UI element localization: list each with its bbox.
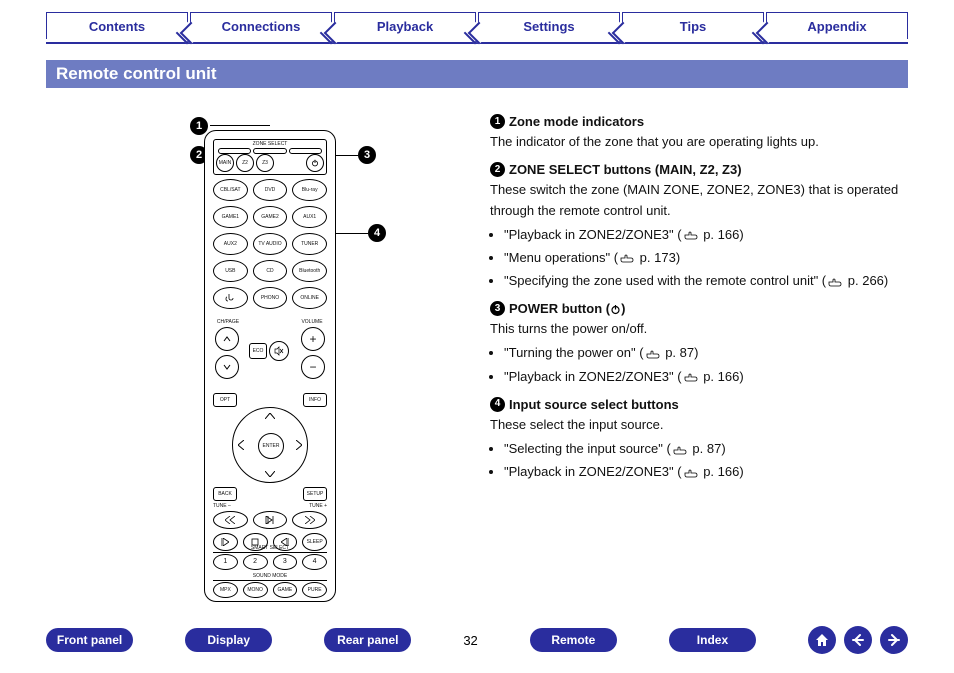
page-title: Remote control unit xyxy=(46,60,908,88)
desc-3: 3POWER button () This turns the power on… xyxy=(490,299,910,387)
callout-4: 4 xyxy=(368,224,386,242)
desc-1: 1Zone mode indicators The indicator of t… xyxy=(490,112,910,152)
home-icon[interactable] xyxy=(808,626,836,654)
link-remote[interactable]: Remote xyxy=(530,628,617,652)
prev-page-icon[interactable] xyxy=(844,626,872,654)
callout-3: 3 xyxy=(358,146,376,164)
remote-diagram: 1 2 3 4 ZONE SELECT MAIN Z2 Z3 xyxy=(150,115,380,605)
desc-2: 2ZONE SELECT buttons (MAIN, Z2, Z3) Thes… xyxy=(490,160,910,291)
callout-1: 1 xyxy=(190,117,208,135)
descriptions: 1Zone mode indicators The indicator of t… xyxy=(490,112,910,490)
page-number: 32 xyxy=(463,633,477,648)
tab-connections[interactable]: Connections xyxy=(190,12,332,39)
tab-settings[interactable]: Settings xyxy=(478,12,620,39)
link-front-panel[interactable]: Front panel xyxy=(46,628,133,652)
bottom-nav: Front panel Display Rear panel 32 Remote… xyxy=(46,625,908,655)
link-index[interactable]: Index xyxy=(669,628,756,652)
next-page-icon[interactable] xyxy=(880,626,908,654)
desc-4: 4Input source select buttons These selec… xyxy=(490,395,910,483)
tab-playback[interactable]: Playback xyxy=(334,12,476,39)
link-display[interactable]: Display xyxy=(185,628,272,652)
top-tabs: Contents Connections Playback Settings T… xyxy=(46,12,908,44)
tab-contents[interactable]: Contents xyxy=(46,12,188,39)
link-rear-panel[interactable]: Rear panel xyxy=(324,628,411,652)
tab-tips[interactable]: Tips xyxy=(622,12,764,39)
tab-appendix[interactable]: Appendix xyxy=(766,12,908,39)
